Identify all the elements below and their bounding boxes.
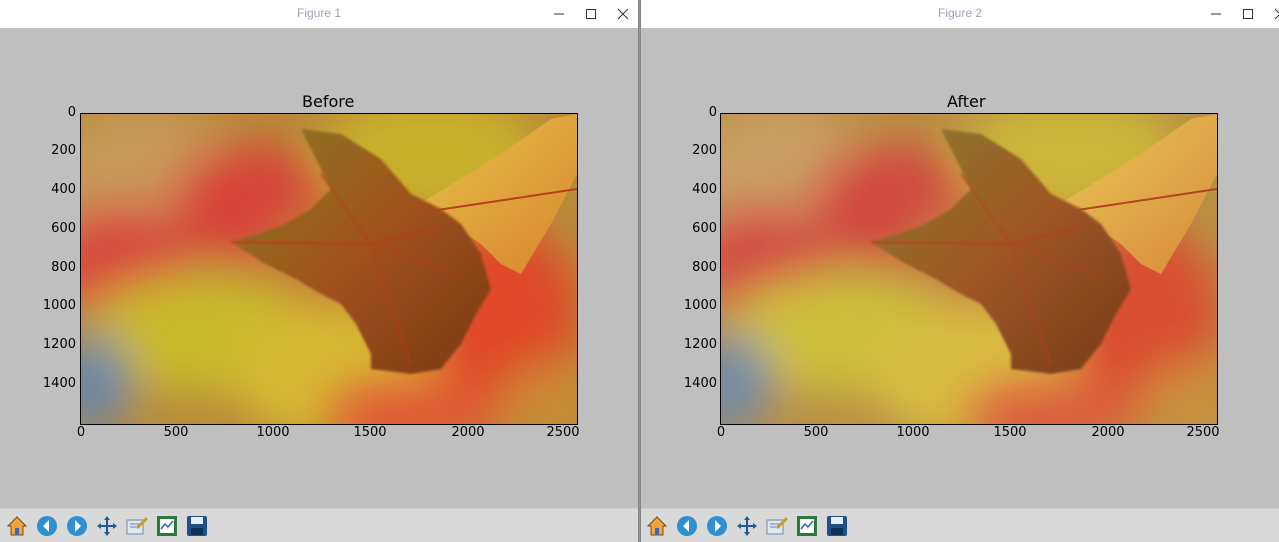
y-tick-label: 1000 xyxy=(683,298,717,313)
navigation-toolbar xyxy=(641,508,1279,542)
subplots-button[interactable] xyxy=(793,512,821,540)
forward-button[interactable] xyxy=(63,512,91,540)
y-tick-label: 1400 xyxy=(683,376,717,391)
x-tick-label: 500 xyxy=(163,425,189,440)
y-tick-label: 1200 xyxy=(683,337,717,352)
close-button[interactable] xyxy=(608,2,638,26)
close-button[interactable] xyxy=(1265,2,1279,26)
forward-arrow-icon xyxy=(707,516,727,536)
y-tick-label: 400 xyxy=(51,182,76,197)
x-tick-label: 2000 xyxy=(1091,425,1125,440)
save-floppy-icon xyxy=(187,516,207,536)
figure-canvas[interactable]: Before 0 200 400 600 800 1000 1200 1400 … xyxy=(0,28,638,508)
title-bar: Figure 2 xyxy=(641,0,1279,28)
home-icon xyxy=(646,516,668,536)
back-arrow-icon xyxy=(677,516,697,536)
x-tick-label: 2500 xyxy=(546,425,580,440)
navigation-toolbar xyxy=(0,508,638,542)
back-arrow-icon xyxy=(37,516,57,536)
maximize-icon xyxy=(586,9,596,19)
figure-2-window: Figure 2 After 0 200 400 600 800 1000 12… xyxy=(641,0,1279,542)
zoom-rect-icon xyxy=(126,516,149,535)
forward-arrow-icon xyxy=(67,516,87,536)
y-tick-label: 800 xyxy=(692,260,717,275)
title-bar: Figure 1 xyxy=(0,0,638,28)
pan-button[interactable] xyxy=(733,512,761,540)
minimize-icon xyxy=(1211,13,1221,15)
forward-button[interactable] xyxy=(703,512,731,540)
subplots-button[interactable] xyxy=(153,512,181,540)
figure-1-window: Figure 1 Before 0 200 400 600 800 1000 1… xyxy=(0,0,638,542)
close-icon xyxy=(1274,8,1279,20)
zoom-button[interactable] xyxy=(123,512,151,540)
photo-image xyxy=(81,114,577,424)
maximize-icon xyxy=(1243,9,1253,19)
save-floppy-icon xyxy=(827,516,847,536)
y-tick-label: 400 xyxy=(692,182,717,197)
y-tick-label: 1200 xyxy=(42,337,76,352)
x-tick-label: 1500 xyxy=(353,425,387,440)
pan-button[interactable] xyxy=(93,512,121,540)
plot-title: Before xyxy=(302,92,355,111)
image-axes[interactable] xyxy=(720,113,1218,425)
y-tick-label: 200 xyxy=(692,143,717,158)
back-button[interactable] xyxy=(33,512,61,540)
y-tick-label: 1000 xyxy=(42,298,76,313)
y-tick-label: 1400 xyxy=(42,376,76,391)
minimize-button[interactable] xyxy=(1201,2,1231,26)
minimize-icon xyxy=(554,13,564,15)
y-tick-label: 0 xyxy=(708,105,717,120)
maximize-button[interactable] xyxy=(576,2,606,26)
subplots-config-icon xyxy=(797,516,817,536)
y-tick-label: 800 xyxy=(51,260,76,275)
y-tick-label: 0 xyxy=(67,105,76,120)
close-icon xyxy=(617,8,629,20)
figure-canvas[interactable]: After 0 200 400 600 800 1000 1200 1400 0… xyxy=(641,28,1279,508)
photo-image xyxy=(721,114,1217,424)
x-tick-label: 0 xyxy=(716,425,726,440)
save-button[interactable] xyxy=(823,512,851,540)
back-button[interactable] xyxy=(673,512,701,540)
y-tick-label: 600 xyxy=(692,221,717,236)
window-title: Figure 2 xyxy=(937,6,983,20)
home-button[interactable] xyxy=(3,512,31,540)
x-tick-label: 500 xyxy=(803,425,829,440)
x-tick-label: 1000 xyxy=(896,425,930,440)
plot-title: After xyxy=(947,92,986,111)
pan-icon xyxy=(737,516,757,536)
subplots-config-icon xyxy=(157,516,177,536)
home-button[interactable] xyxy=(643,512,671,540)
pan-icon xyxy=(97,516,117,536)
zoom-button[interactable] xyxy=(763,512,791,540)
x-tick-label: 2500 xyxy=(1186,425,1220,440)
minimize-button[interactable] xyxy=(544,2,574,26)
maximize-button[interactable] xyxy=(1233,2,1263,26)
y-tick-label: 600 xyxy=(51,221,76,236)
home-icon xyxy=(6,516,28,536)
x-tick-label: 2000 xyxy=(451,425,485,440)
x-tick-label: 1000 xyxy=(256,425,290,440)
zoom-rect-icon xyxy=(766,516,789,535)
y-tick-label: 200 xyxy=(51,143,76,158)
x-tick-label: 0 xyxy=(76,425,86,440)
save-button[interactable] xyxy=(183,512,211,540)
image-axes[interactable] xyxy=(80,113,578,425)
x-tick-label: 1500 xyxy=(993,425,1027,440)
window-title: Figure 1 xyxy=(296,6,342,20)
